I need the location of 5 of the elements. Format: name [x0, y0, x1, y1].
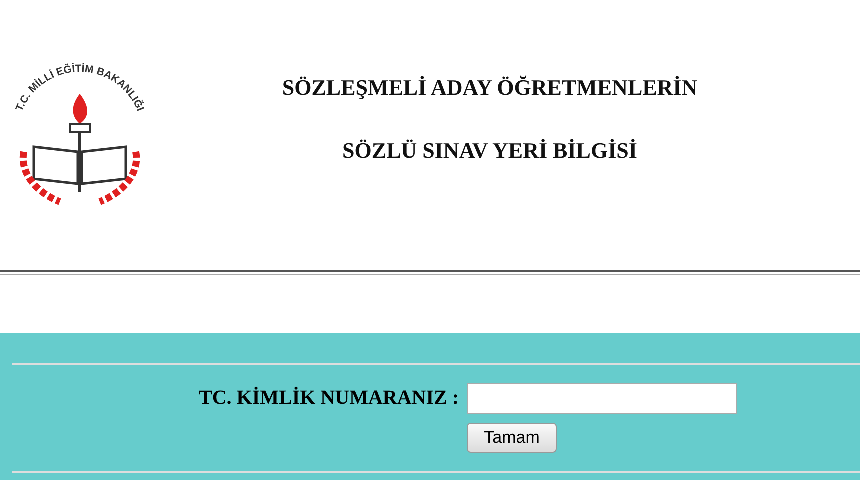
id-number-field[interactable]	[467, 383, 737, 414]
page-title: SÖZLÜ SINAV YERİ BİLGİSİ	[342, 137, 638, 165]
submit-button[interactable]: Tamam	[467, 423, 557, 453]
page-title: SÖZLEŞMELİ ADAY ÖĞRETMENLERİN	[282, 74, 698, 102]
id-number-label: TC. KİMLİK NUMARANIZ :	[199, 386, 459, 411]
